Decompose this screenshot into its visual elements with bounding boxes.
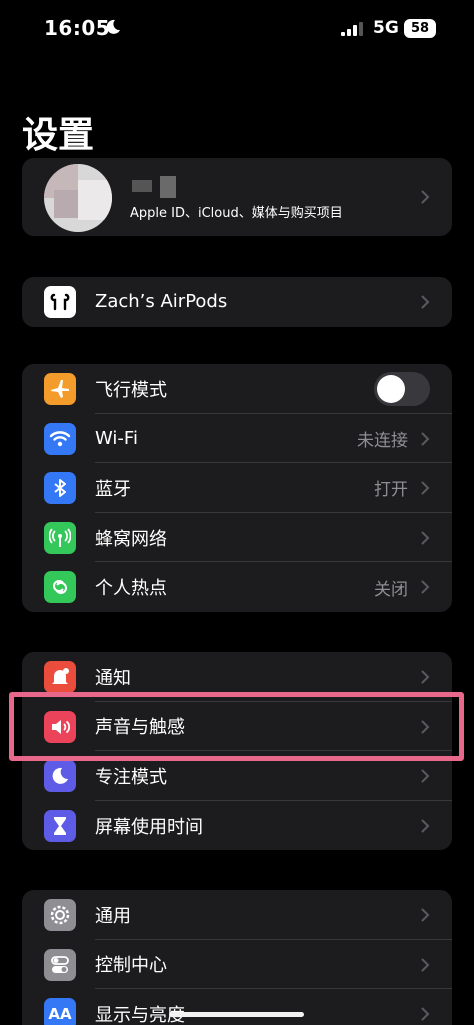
wifi-label: Wi-Fi <box>95 427 138 449</box>
notification-icon <box>44 661 76 693</box>
airpods-label: Zach’s AirPods <box>95 291 228 313</box>
chevron-right-icon <box>421 819 430 833</box>
status-bar: 16:05 5G 58 <box>0 0 474 58</box>
cellular-signal-icon <box>341 22 363 36</box>
display-icon: AA <box>44 998 76 1025</box>
control-center-icon <box>44 948 76 981</box>
bluetooth-status: 打开 <box>374 480 408 501</box>
moon-icon <box>44 760 76 793</box>
general-row[interactable]: 通用 <box>22 890 452 940</box>
wifi-icon <box>44 422 76 455</box>
screen-time-row[interactable]: 屏幕使用时间 <box>22 801 452 851</box>
highlight-box <box>9 692 464 761</box>
chevron-right-icon <box>421 295 430 309</box>
gear-icon <box>44 899 76 931</box>
airplane-mode-label: 飞行模式 <box>95 379 167 401</box>
network-type: 5G <box>373 18 399 38</box>
profile-name-redacted <box>160 176 176 198</box>
display-brightness-row[interactable]: AA 显示与亮度 <box>22 989 452 1025</box>
bluetooth-icon <box>44 472 76 505</box>
wifi-status: 未连接 <box>357 430 408 451</box>
bluetooth-label: 蓝牙 <box>95 478 131 500</box>
airplane-mode-toggle[interactable] <box>374 372 430 406</box>
chevron-right-icon <box>421 769 430 783</box>
status-time: 16:05 <box>44 16 111 40</box>
chevron-right-icon <box>421 432 430 446</box>
cellular-row[interactable]: 蜂窝网络 <box>22 513 452 563</box>
cellular-icon <box>44 521 76 554</box>
page-title: 设置 <box>22 115 95 156</box>
control-center-row[interactable]: 控制中心 <box>22 940 452 990</box>
screen-time-label: 屏幕使用时间 <box>95 816 203 838</box>
airplane-icon <box>44 373 76 405</box>
focus-label: 专注模式 <box>95 766 167 788</box>
airpods-icon <box>44 286 76 318</box>
hotspot-label: 个人热点 <box>95 578 167 600</box>
chevron-right-icon <box>421 190 430 204</box>
connectivity-group: 飞行模式 Wi-Fi 未连接 蓝牙 打开 蜂窝网络 个人热点 关闭 <box>22 364 452 612</box>
general-label: 通用 <box>95 905 131 927</box>
hotspot-status: 关闭 <box>374 579 408 600</box>
wifi-row[interactable]: Wi-Fi 未连接 <box>22 414 452 464</box>
cellular-label: 蜂窝网络 <box>95 528 167 550</box>
airpods-row[interactable]: Zach’s AirPods <box>22 277 452 327</box>
chevron-right-icon <box>421 531 430 545</box>
chevron-right-icon <box>421 908 430 922</box>
notifications-label: 通知 <box>95 667 131 689</box>
battery-indicator: 58 <box>404 19 436 38</box>
profile-subtitle: Apple ID、iCloud、媒体与购买项目 <box>130 206 343 221</box>
chevron-right-icon <box>421 1007 430 1021</box>
hotspot-icon <box>44 571 76 604</box>
chevron-right-icon <box>421 670 430 684</box>
control-center-label: 控制中心 <box>95 955 167 977</box>
hourglass-icon <box>44 809 76 842</box>
general-group: 通用 控制中心 AA 显示与亮度 <box>22 890 452 1025</box>
home-indicator[interactable] <box>169 1012 304 1017</box>
chevron-right-icon <box>421 580 430 594</box>
apple-id-profile-card[interactable]: Apple ID、iCloud、媒体与购买项目 <box>22 158 452 236</box>
airplane-mode-row: 飞行模式 <box>22 364 452 414</box>
focus-moon-icon <box>106 19 120 34</box>
chevron-right-icon <box>421 958 430 972</box>
chevron-right-icon <box>421 481 430 495</box>
avatar <box>44 164 112 232</box>
profile-name-redacted <box>132 180 152 192</box>
bluetooth-row[interactable]: 蓝牙 打开 <box>22 463 452 513</box>
hotspot-row[interactable]: 个人热点 关闭 <box>22 562 452 612</box>
